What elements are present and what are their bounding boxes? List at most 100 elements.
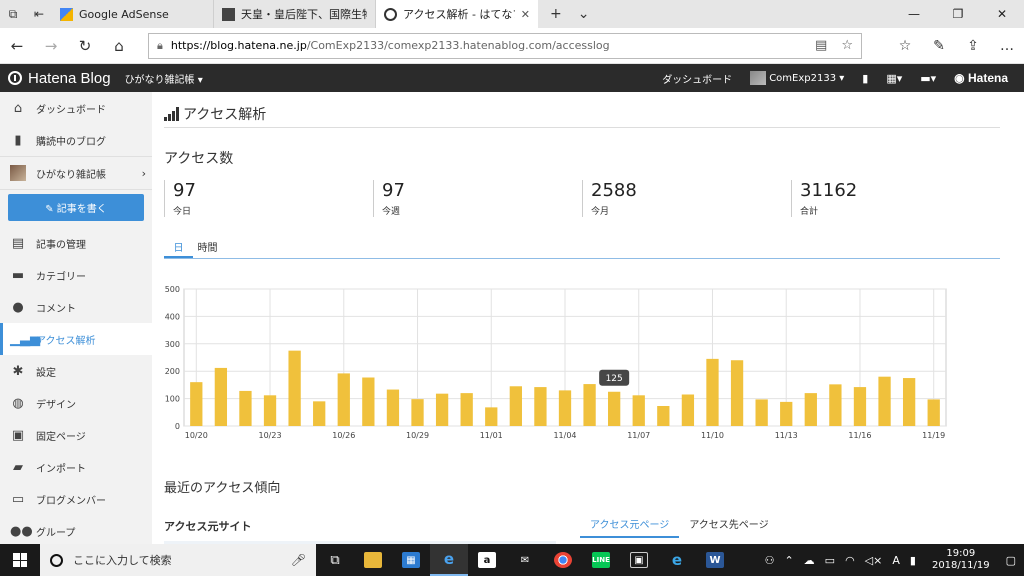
mail-icon[interactable]: ✉ bbox=[506, 544, 544, 576]
ime-indicator[interactable]: A bbox=[892, 554, 900, 567]
forward-icon[interactable]: → bbox=[34, 37, 68, 55]
sidebar-item-access-analysis[interactable]: ▁▃▅ アクセス解析 bbox=[0, 323, 152, 355]
set-aside-tabs-icon[interactable]: ⇤ bbox=[26, 0, 52, 28]
cortana-icon bbox=[50, 553, 63, 567]
restore-icon[interactable]: ❐ bbox=[936, 7, 980, 21]
x-tick-label: 11/04 bbox=[553, 431, 576, 440]
close-window-icon[interactable]: ✕ bbox=[980, 7, 1024, 21]
home-browser-icon[interactable]: ⌂ bbox=[102, 37, 136, 55]
chart-bar bbox=[263, 395, 277, 426]
chart-bar bbox=[313, 401, 326, 426]
sidebar-item-category[interactable]: ▬ カテゴリー bbox=[0, 259, 152, 291]
sidebar-item-blog[interactable]: ひがなり雑記帳 › bbox=[0, 156, 152, 190]
chart-bar bbox=[804, 393, 817, 426]
folder-icon: ▬ bbox=[11, 267, 25, 283]
task-view-icon[interactable]: ⧉ bbox=[316, 544, 354, 576]
stat-total: 31162 合計 bbox=[791, 180, 1000, 217]
new-tab-icon[interactable]: + bbox=[550, 6, 562, 22]
share-icon[interactable]: ⇪ bbox=[956, 38, 990, 54]
microphone-icon[interactable]: 🎤︎ bbox=[291, 553, 306, 567]
taskbar-search[interactable]: ここに入力して検索 🎤︎ bbox=[40, 544, 316, 576]
action-center-icon[interactable]: ▢ bbox=[1006, 554, 1016, 567]
onedrive-icon[interactable]: ☁ bbox=[804, 554, 815, 567]
chart-bar bbox=[853, 387, 867, 426]
sidebar-item-import[interactable]: ▰ インポート bbox=[0, 451, 152, 483]
tab-target-pages[interactable]: アクセス先ページ bbox=[679, 512, 778, 538]
source-site-heading: アクセス元サイト bbox=[164, 512, 556, 544]
address-bar[interactable]: 🔒︎ https://blog.hatena.ne.jp/ComExp2133/… bbox=[148, 32, 862, 59]
amazon-icon[interactable]: a bbox=[468, 544, 506, 576]
notification-icon[interactable]: ▬▾ bbox=[920, 72, 936, 85]
access-bar-chart: 0 100 200 300 400 500 10/20 10/23 10/26 10/29 11/0… bbox=[165, 285, 947, 440]
blog-select-dropdown[interactable]: ひがなり雑記帳 ▾ bbox=[125, 71, 203, 86]
tab-list-chevron-icon[interactable]: ⌄ bbox=[578, 6, 590, 22]
more-icon[interactable]: … bbox=[990, 38, 1024, 54]
taskbar-clock[interactable]: 19:09 2018/11/19 bbox=[926, 548, 996, 572]
browser-tab-accesslog[interactable]: アクセス解析 - はてなブロ: ✕ bbox=[376, 0, 538, 28]
hatena-blog-logo[interactable]: Hatena Blog bbox=[0, 70, 111, 87]
sidebar-item-static-pages[interactable]: ▣ 固定ページ bbox=[0, 419, 152, 451]
source-section: アクセス元サイト アクセス元ページ アクセス先ページ bbox=[164, 512, 1000, 544]
home-icon: ⌂ bbox=[13, 100, 23, 116]
write-article-button[interactable]: ✎ 記事を書く bbox=[8, 194, 144, 221]
sidebar-item-settings[interactable]: ✱ 設定 bbox=[0, 355, 152, 387]
chart-bar bbox=[608, 391, 621, 426]
tray-chevron-icon[interactable]: ⌃ bbox=[784, 554, 793, 567]
word-icon[interactable]: W bbox=[696, 544, 734, 576]
start-button[interactable] bbox=[0, 553, 40, 567]
refresh-icon[interactable]: ↻ bbox=[68, 37, 102, 55]
close-tab-icon[interactable]: ✕ bbox=[521, 8, 530, 21]
favorites-hub-icon[interactable]: ☆ bbox=[888, 38, 922, 54]
sidebar-item-articles[interactable]: ▤ 記事の管理 bbox=[0, 227, 152, 259]
sidebar-item-design[interactable]: ◍ デザイン bbox=[0, 387, 152, 419]
sidebar-item-subscriptions[interactable]: ▮ 購読中のブログ bbox=[0, 124, 152, 156]
browser-tab-adsense[interactable]: Google AdSense bbox=[52, 0, 214, 28]
chart-bar bbox=[878, 376, 891, 426]
tab-hour[interactable]: 時間 bbox=[193, 239, 222, 258]
dashboard-link[interactable]: ダッシュボード bbox=[662, 71, 732, 86]
hatena-logo-icon bbox=[8, 71, 22, 85]
chart-bar bbox=[730, 360, 744, 426]
line-icon[interactable]: LINE bbox=[582, 544, 620, 576]
system-tray: ⚇ ⌃ ☁ ▭ ◠ ◁× A ▮ 19:09 2018/11/19 ▢ bbox=[765, 548, 1024, 572]
sidebar-item-members[interactable]: ▭ ブログメンバー bbox=[0, 483, 152, 515]
file-explorer-icon[interactable] bbox=[354, 544, 392, 576]
bookmark-header-icon[interactable]: ▮ bbox=[862, 72, 868, 85]
chart-bar bbox=[288, 350, 301, 426]
pen-notes-icon[interactable]: ✎ bbox=[922, 38, 956, 54]
chrome-icon[interactable] bbox=[544, 544, 582, 576]
wifi-icon[interactable]: ◠ bbox=[845, 554, 855, 567]
app-icon[interactable]: ▣ bbox=[620, 544, 658, 576]
favorite-star-icon[interactable]: ☆ bbox=[841, 38, 853, 53]
chart-bar bbox=[558, 390, 572, 426]
browser-nav-bar: ← → ↻ ⌂ 🔒︎ https://blog.hatena.ne.jp/Com… bbox=[0, 28, 1024, 64]
truck-icon: ▰ bbox=[13, 459, 23, 475]
sidebar-item-group[interactable]: ●● グループ bbox=[0, 515, 152, 544]
x-tick-label: 11/10 bbox=[701, 431, 724, 440]
tab-preview-icon[interactable]: ⧉ bbox=[0, 0, 26, 28]
x-tick-label: 10/20 bbox=[185, 431, 208, 440]
tab-source-pages[interactable]: アクセス元ページ bbox=[580, 512, 680, 538]
tab-day[interactable]: 日 bbox=[164, 239, 193, 258]
sidebar-item-dashboard[interactable]: ⌂ ダッシュボード bbox=[0, 92, 152, 124]
user-menu[interactable]: ComExp2133 ▾ bbox=[750, 71, 844, 85]
back-icon[interactable]: ← bbox=[0, 37, 34, 55]
volume-icon[interactable]: ◁× bbox=[865, 554, 883, 567]
internet-explorer-icon[interactable]: e bbox=[658, 544, 696, 576]
hatena-header: Hatena Blog ひがなり雑記帳 ▾ ダッシュボード ComExp2133… bbox=[0, 64, 1024, 92]
adsense-favicon-icon bbox=[60, 7, 73, 21]
reading-view-icon[interactable]: ▤ bbox=[815, 38, 827, 53]
people-icon[interactable]: ⚇ bbox=[765, 554, 775, 567]
edge-icon[interactable]: e bbox=[430, 544, 468, 576]
battery-icon[interactable]: ▭ bbox=[825, 554, 835, 567]
apps-grid-icon[interactable]: ▦▾ bbox=[886, 72, 902, 85]
store-icon[interactable]: ▦ bbox=[392, 544, 430, 576]
hatena-brand-link[interactable]: ◉ Hatena bbox=[954, 71, 1008, 85]
ime-pad-icon[interactable]: ▮ bbox=[910, 554, 916, 567]
wrench-icon: ✱ bbox=[12, 363, 24, 379]
sidebar-item-comments[interactable]: ● コメント bbox=[0, 291, 152, 323]
chevron-right-icon: › bbox=[141, 166, 146, 180]
x-tick-label: 11/16 bbox=[848, 431, 871, 440]
browser-tab-news[interactable]: 天皇・皇后陛下、国際生物学 bbox=[214, 0, 376, 28]
minimize-icon[interactable]: — bbox=[892, 7, 936, 21]
